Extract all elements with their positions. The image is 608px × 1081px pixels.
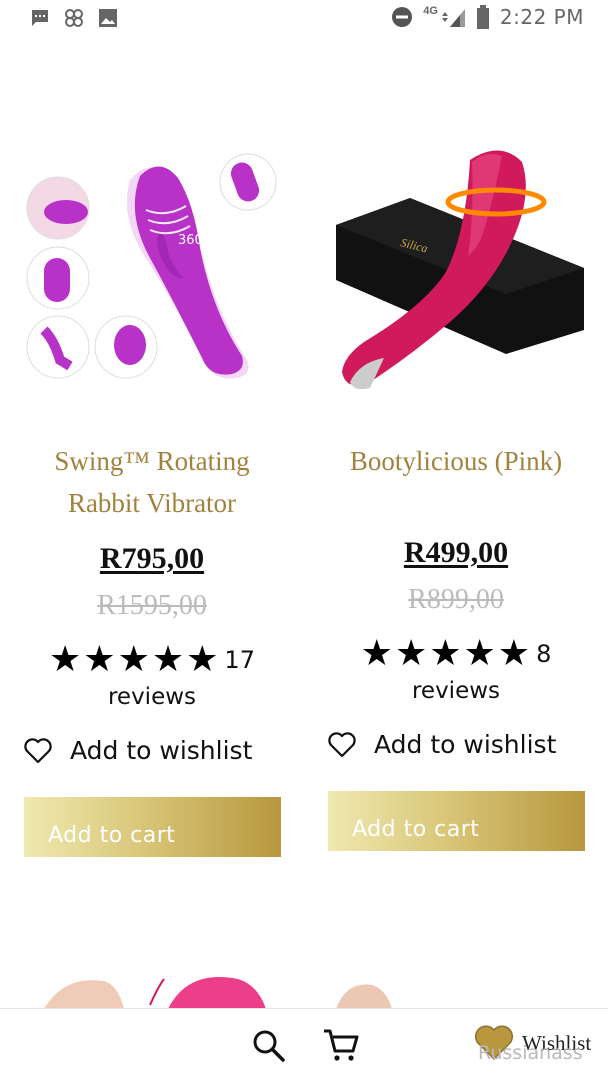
- heart-icon[interactable]: [328, 731, 356, 758]
- add-to-cart-button[interactable]: Add to cart: [24, 797, 281, 857]
- sale-price: R499,00: [403, 536, 509, 569]
- next-product-image-right[interactable]: [330, 975, 410, 1009]
- notification-icons: [30, 8, 118, 28]
- sale-price: R795,00: [99, 542, 205, 575]
- next-product-image-left[interactable]: [30, 975, 270, 1009]
- star-icon: ★: [83, 639, 116, 680]
- reviews-label: reviews: [107, 684, 197, 710]
- cart-icon[interactable]: [322, 1027, 360, 1063]
- wishlist-label[interactable]: Add to wishlist: [374, 730, 556, 759]
- do-not-disturb-icon: [392, 7, 413, 27]
- star-rating: ★ ★ ★ ★ ★ 8: [304, 636, 608, 672]
- star-icon: ★: [463, 633, 496, 674]
- network-type: 4G: [423, 5, 438, 17]
- review-count: 8: [536, 640, 552, 668]
- reviews-label: reviews: [411, 678, 501, 704]
- original-price: R899,00: [408, 584, 504, 615]
- pinwheel-icon: [65, 9, 83, 27]
- star-icon: ★: [394, 633, 428, 674]
- message-icon: [32, 10, 48, 26]
- search-icon[interactable]: [252, 1029, 286, 1063]
- original-price: R1595,00: [97, 590, 207, 621]
- status-bar: 4G 2:22 PM: [0, 0, 608, 36]
- add-to-wishlist[interactable]: Add to wishlist: [328, 730, 556, 759]
- wishlist-label[interactable]: Add to wishlist: [70, 736, 252, 765]
- product-image[interactable]: 360°: [22, 140, 284, 390]
- battery-icon: [476, 5, 489, 29]
- star-icon: ★: [117, 639, 150, 680]
- add-to-wishlist[interactable]: Add to wishlist: [24, 736, 252, 765]
- star-icon: ★: [151, 639, 185, 680]
- clock: 2:22 PM: [499, 5, 584, 29]
- image-icon: [99, 9, 117, 27]
- review-count: 17: [224, 646, 255, 674]
- star-icon: ★: [360, 633, 393, 674]
- add-to-cart-button[interactable]: Add to cart: [328, 791, 585, 851]
- star-icon: ★: [186, 639, 219, 680]
- heart-icon[interactable]: [24, 737, 52, 764]
- product-image[interactable]: Silica: [330, 140, 588, 405]
- star-rating: ★ ★ ★ ★ ★ 17: [0, 642, 304, 678]
- signal-icon: [441, 9, 465, 27]
- star-icon: ★: [429, 633, 462, 674]
- star-icon: ★: [497, 633, 531, 674]
- watermark: Russianass: [478, 1042, 583, 1064]
- system-icons: 4G 2:22 PM: [391, 5, 584, 29]
- star-icon: ★: [49, 639, 82, 680]
- product-title[interactable]: Bootylicious (Pink): [324, 440, 588, 482]
- rotation-badge: 360°: [178, 233, 209, 248]
- product-title[interactable]: Swing™ Rotating Rabbit Vibrator: [20, 440, 284, 524]
